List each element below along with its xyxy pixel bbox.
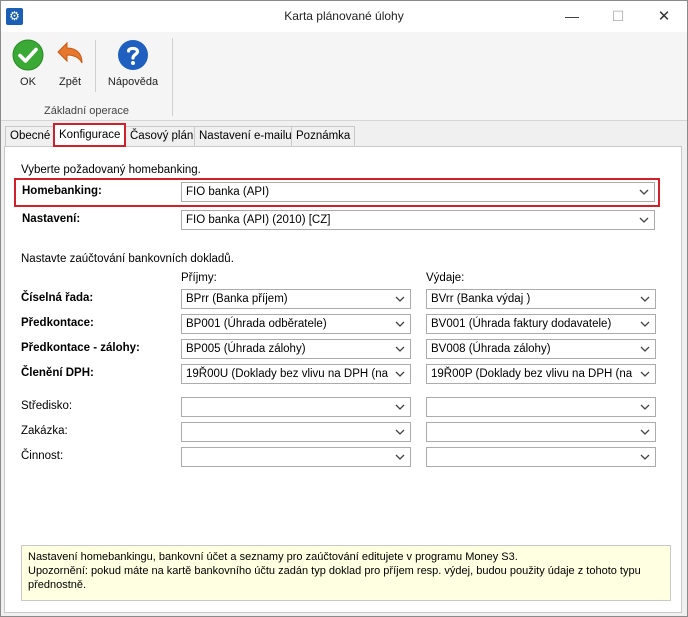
tab-konfigurace[interactable]: Konfigurace bbox=[53, 123, 127, 147]
income-series-value: BPrr (Banka příjem) bbox=[186, 293, 288, 305]
income-series-select[interactable]: BPrr (Banka příjem) bbox=[181, 289, 411, 309]
row-label-cleneni-dph: Členění DPH: bbox=[21, 367, 94, 379]
chevron-down-icon bbox=[395, 429, 405, 435]
chevron-down-icon bbox=[640, 429, 650, 435]
ribbon-group-separator bbox=[172, 38, 173, 116]
tab-nastaveni-emailu[interactable]: Nastavení e-mailu bbox=[194, 126, 297, 146]
chevron-down-icon bbox=[640, 404, 650, 410]
row-label-zakazka: Zakázka: bbox=[21, 425, 68, 437]
income-order-select[interactable] bbox=[181, 422, 411, 442]
income-predkontace-select[interactable]: BP001 (Úhrada odběratele) bbox=[181, 314, 411, 334]
chevron-down-icon bbox=[640, 346, 650, 352]
chevron-down-icon bbox=[639, 189, 649, 195]
undo-arrow-icon bbox=[57, 41, 83, 64]
expense-advance-select[interactable]: BV008 (Úhrada zálohy) bbox=[426, 339, 656, 359]
expense-header: Výdaje: bbox=[426, 272, 465, 284]
chevron-down-icon bbox=[640, 454, 650, 460]
tab-strip: Obecné Konfigurace Časový plán Nastavení… bbox=[1, 122, 687, 147]
expense-series-value: BVrr (Banka výdaj ) bbox=[431, 293, 531, 305]
chevron-down-icon bbox=[639, 217, 649, 223]
expense-vat-select[interactable]: 19Ř00P (Doklady bez vlivu na DPH (na vst… bbox=[426, 364, 656, 384]
help-label: Nápověda bbox=[107, 76, 159, 88]
chevron-down-icon bbox=[395, 454, 405, 460]
income-advance-value: BP005 (Úhrada zálohy) bbox=[186, 343, 306, 355]
settings-label: Nastavení: bbox=[22, 213, 81, 225]
chevron-down-icon bbox=[395, 404, 405, 410]
ok-button[interactable]: OK bbox=[11, 39, 45, 88]
tab-poznamka[interactable]: Poznámka bbox=[291, 126, 356, 146]
chevron-down-icon bbox=[640, 371, 650, 377]
back-button[interactable]: Zpět bbox=[53, 39, 87, 88]
config-panel: Vyberte požadovaný homebanking. Homebank… bbox=[4, 146, 682, 613]
chevron-down-icon bbox=[395, 371, 405, 377]
expense-advance-value: BV008 (Úhrada zálohy) bbox=[431, 343, 551, 355]
row-label-cinnost: Činnost: bbox=[21, 450, 64, 462]
ribbon-group-label: Základní operace bbox=[44, 105, 129, 117]
title-bar: ⚙ Karta plánované úlohy — ☐ ✕ bbox=[1, 1, 687, 32]
income-cost-center-select[interactable] bbox=[181, 397, 411, 417]
income-activity-select[interactable] bbox=[181, 447, 411, 467]
row-label-ciselna-rada: Číselná řada: bbox=[21, 292, 94, 304]
expense-predkontace-select[interactable]: BV001 (Úhrada faktury dodavatele) bbox=[426, 314, 656, 334]
homebanking-select[interactable]: FIO banka (API) bbox=[181, 182, 655, 202]
expense-vat-value: 19Ř00P (Doklady bez vlivu na DPH (na vst… bbox=[431, 368, 635, 380]
income-predkontace-value: BP001 (Úhrada odběratele) bbox=[186, 318, 327, 330]
checkmark-icon bbox=[12, 39, 44, 71]
row-label-predkontace-zalohy: Předkontace - zálohy: bbox=[21, 342, 140, 354]
chevron-down-icon bbox=[395, 321, 405, 327]
chevron-down-icon bbox=[640, 296, 650, 302]
chevron-down-icon bbox=[640, 321, 650, 327]
row-label-predkontace: Předkontace: bbox=[21, 317, 94, 329]
info-line-2: Upozornění: pokud máte na kartě bankovní… bbox=[28, 565, 641, 591]
income-advance-select[interactable]: BP005 (Úhrada zálohy) bbox=[181, 339, 411, 359]
maximize-button[interactable]: ☐ bbox=[595, 1, 641, 32]
tab-casovy-plan[interactable]: Časový plán bbox=[125, 126, 199, 146]
settings-value: FIO banka (API) (2010) [CZ] bbox=[186, 214, 331, 226]
homebanking-intro: Vyberte požadovaný homebanking. bbox=[21, 164, 201, 176]
row-label-stredisko: Středisko: bbox=[21, 400, 73, 412]
expense-order-select[interactable] bbox=[426, 422, 656, 442]
ok-label: OK bbox=[20, 76, 36, 88]
window: ⚙ Karta plánované úlohy — ☐ ✕ OK Zpět Ná… bbox=[0, 0, 688, 617]
posting-intro: Nastavte zaúčtování bankovních dokladů. bbox=[21, 253, 234, 265]
chevron-down-icon bbox=[395, 296, 405, 302]
homebanking-label: Homebanking: bbox=[22, 185, 102, 197]
minimize-button[interactable]: — bbox=[549, 1, 595, 32]
chevron-down-icon bbox=[395, 346, 405, 352]
ribbon-separator bbox=[95, 40, 96, 92]
homebanking-value: FIO banka (API) bbox=[186, 186, 270, 198]
income-vat-select[interactable]: 19Ř00U (Doklady bez vlivu na DPH (na výs… bbox=[181, 364, 411, 384]
income-header: Příjmy: bbox=[181, 272, 217, 284]
info-line-1: Nastavení homebankingu, bankovní účet a … bbox=[28, 551, 518, 563]
expense-activity-select[interactable] bbox=[426, 447, 656, 467]
ribbon: OK Zpět Nápověda Základní operace bbox=[1, 32, 687, 121]
tab-obecne[interactable]: Obecné bbox=[5, 126, 56, 146]
expense-cost-center-select[interactable] bbox=[426, 397, 656, 417]
settings-select[interactable]: FIO banka (API) (2010) [CZ] bbox=[181, 210, 655, 230]
back-label: Zpět bbox=[58, 76, 81, 88]
expense-predkontace-value: BV001 (Úhrada faktury dodavatele) bbox=[431, 318, 612, 330]
help-button[interactable]: Nápověda bbox=[105, 39, 161, 88]
close-button[interactable]: ✕ bbox=[641, 1, 687, 32]
help-question-icon bbox=[118, 40, 148, 70]
expense-series-select[interactable]: BVrr (Banka výdaj ) bbox=[426, 289, 656, 309]
info-box: Nastavení homebankingu, bankovní účet a … bbox=[21, 545, 671, 601]
income-vat-value: 19Ř00U (Doklady bez vlivu na DPH (na výs… bbox=[186, 368, 390, 380]
